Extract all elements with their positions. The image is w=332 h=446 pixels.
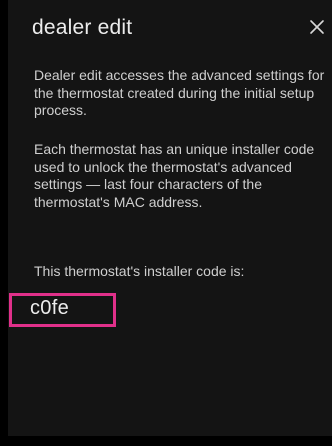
installer-code-label: This thermostat's installer code is: (34, 263, 245, 279)
screen: dealer edit Dealer edit accesses the adv… (0, 0, 332, 446)
dealer-edit-dialog (8, 0, 332, 436)
description-paragraph: Dealer edit accesses the advanced settin… (34, 67, 325, 118)
close-icon[interactable] (306, 16, 328, 38)
dialog-title: dealer edit (32, 16, 133, 39)
installer-code-explanation: Each thermostat has an unique installer … (34, 141, 315, 210)
installer-code-value: c0fe (30, 297, 70, 319)
